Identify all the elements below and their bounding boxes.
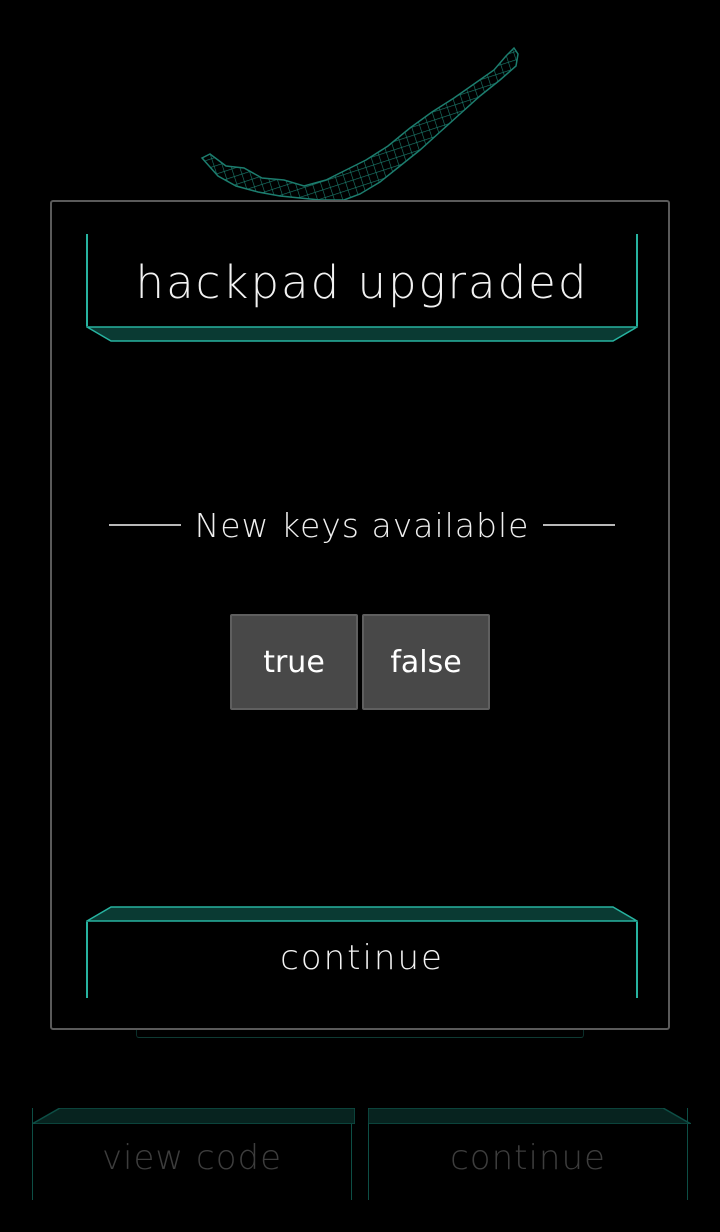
continue-bevel — [86, 906, 638, 922]
dialog-header: hackpad upgraded — [86, 234, 638, 342]
key-true[interactable]: true — [230, 614, 358, 710]
subtitle-row: New keys available — [102, 500, 622, 550]
dialog-title: hackpad upgraded — [135, 256, 589, 309]
upgrade-dialog: hackpad upgraded New keys available true… — [50, 200, 670, 1030]
key-false[interactable]: false — [362, 614, 490, 710]
button-bevel — [367, 1108, 691, 1124]
continue-label: continue — [280, 938, 444, 978]
key-list: true false — [52, 614, 668, 710]
view-code-label: view code — [101, 1138, 283, 1178]
view-code-button[interactable]: view code — [31, 1108, 355, 1200]
divider-right — [543, 524, 616, 526]
continue-button[interactable]: continue — [86, 906, 638, 998]
background-continue-button[interactable]: continue — [367, 1108, 691, 1200]
button-bevel — [31, 1108, 355, 1124]
header-bevel — [86, 326, 638, 342]
dialog-subtitle: New keys available — [194, 505, 530, 545]
divider-left — [108, 524, 181, 526]
screen: view code continue hackpad upgraded New … — [0, 0, 720, 1232]
background-continue-label: continue — [450, 1138, 606, 1178]
